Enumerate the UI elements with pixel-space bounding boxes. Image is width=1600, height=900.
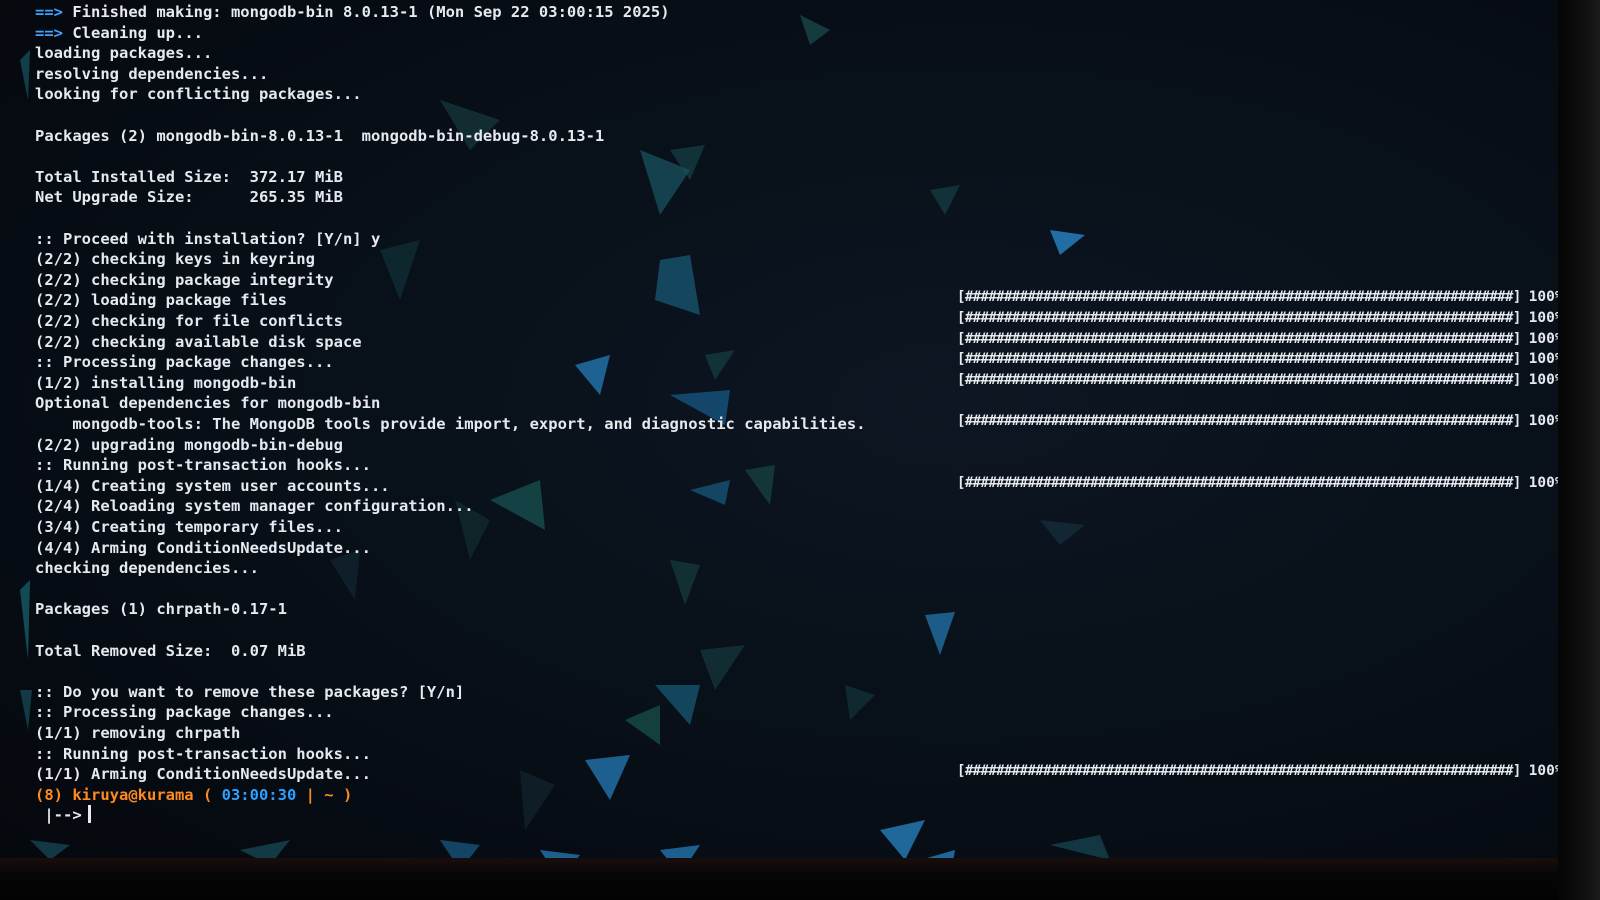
progress-bar: [#######################################…: [957, 473, 1564, 494]
terminal-line-text: :: Processing package changes...: [35, 703, 334, 722]
terminal-line-text: :: Do you want to remove these packages?…: [35, 682, 465, 701]
terminal-line: (2/2) checking for file conflicts: [35, 311, 343, 332]
progress-bar-track: [#######################################…: [957, 330, 1521, 347]
progress-bar-track: [#######################################…: [957, 763, 1521, 780]
terminal-line: Packages (1) chrpath-0.17-1: [35, 599, 287, 620]
terminal-line-text: mongodb-tools: The MongoDB tools provide…: [35, 415, 866, 433]
terminal-line-text: :: Running post-transaction hooks...: [35, 744, 371, 763]
terminal-line: (3/4) Creating temporary files...: [35, 517, 343, 538]
terminal-line-text: (3/4) Creating temporary files...: [35, 518, 343, 536]
progress-bar-track: [#######################################…: [957, 310, 1521, 326]
terminal-line-text: :: Proceed with installation? [Y/n] y: [35, 229, 381, 248]
monitor-bezel-right: [1558, 0, 1600, 900]
progress-bar: [#######################################…: [957, 349, 1564, 370]
build-arrow: ==>: [35, 23, 63, 42]
terminal-line: :: Proceed with installation? [Y/n] y: [35, 229, 380, 250]
monitor-bezel-bottom: [0, 858, 1600, 900]
terminal-line-text: Total Removed Size: 0.07 MiB: [35, 641, 306, 660]
progress-bar-track: [#######################################…: [957, 351, 1521, 368]
terminal-screen: ==> Finished making: mongodb-bin 8.0.13-…: [0, 0, 1600, 900]
build-arrow: ==>: [35, 3, 63, 21]
terminal-line: (2/2) checking keys in keyring: [35, 249, 315, 270]
terminal-line: mongodb-tools: The MongoDB tools provide…: [35, 414, 866, 435]
terminal-line: (2/4) Reloading system manager configura…: [35, 496, 474, 517]
command-input[interactable]: |-->: [35, 805, 91, 826]
terminal-line: :: Running post-transaction hooks...: [35, 744, 371, 765]
terminal-line: resolving dependencies...: [35, 64, 268, 85]
terminal-line: loading packages...: [35, 43, 212, 64]
terminal-line: Total Removed Size: 0.07 MiB: [35, 641, 306, 662]
terminal-line: Optional dependencies for mongodb-bin: [35, 393, 380, 414]
prompt-time: 03:00:30: [221, 785, 297, 804]
terminal-line-text: checking dependencies...: [35, 559, 259, 578]
terminal-line: (2/2) loading package files: [35, 290, 287, 311]
terminal-line-text: Total Installed Size: 372.17 MiB: [35, 167, 343, 186]
terminal-line-text: (2/2) checking keys in keyring: [35, 250, 315, 269]
terminal-line: ==> Finished making: mongodb-bin 8.0.13-…: [35, 2, 670, 23]
terminal-line-text: Packages (2) mongodb-bin-8.0.13-1 mongod…: [35, 126, 605, 145]
terminal-line: Packages (2) mongodb-bin-8.0.13-1 mongod…: [35, 126, 604, 147]
terminal-line-text: Net Upgrade Size: 265.35 MiB: [35, 188, 343, 207]
terminal-line: (1/1) removing chrpath: [35, 723, 240, 744]
terminal-line: :: Processing package changes...: [35, 702, 334, 723]
progress-bar: [#######################################…: [957, 761, 1564, 782]
terminal-line: (1/4) Creating system user accounts...: [35, 476, 390, 497]
prompt-user-host: (8) kiruya@kurama (: [35, 785, 222, 804]
terminal-line: looking for conflicting packages...: [35, 84, 362, 105]
terminal-line-text: looking for conflicting packages...: [35, 85, 362, 104]
terminal-line: :: Do you want to remove these packages?…: [35, 682, 464, 703]
terminal-line-text: :: Running post-transaction hooks...: [35, 456, 371, 475]
progress-bar: [#######################################…: [957, 287, 1564, 308]
progress-bar: [#######################################…: [957, 329, 1564, 350]
progress-bar: [#######################################…: [957, 370, 1564, 391]
terminal-line: (1/1) Arming ConditionNeedsUpdate...: [35, 764, 371, 785]
terminal-line: ==> Cleaning up...: [35, 23, 203, 44]
progress-bar-track: [#######################################…: [957, 413, 1521, 429]
terminal-line: (2/2) checking package integrity: [35, 270, 334, 291]
terminal-line-text: (1/2) installing mongodb-bin: [35, 373, 297, 392]
terminal-line-text: (1/1) Arming ConditionNeedsUpdate...: [35, 765, 371, 784]
terminal-line-text: (1/4) Creating system user accounts...: [35, 476, 390, 495]
terminal-line-text: loading packages...: [35, 44, 213, 63]
shell-prompt: (8) kiruya@kurama ( 03:00:30 | ~ ): [35, 785, 352, 806]
progress-bar: [#######################################…: [957, 411, 1564, 432]
terminal-line: Net Upgrade Size: 265.35 MiB: [35, 187, 343, 208]
terminal-line: (2/2) checking available disk space: [35, 332, 362, 353]
terminal-line: Total Installed Size: 372.17 MiB: [35, 167, 343, 188]
progress-bar: [#######################################…: [957, 308, 1564, 329]
progress-bar-track: [#######################################…: [957, 474, 1521, 491]
terminal-line-text: Cleaning up...: [63, 23, 203, 42]
prompt-path: | ~ ): [296, 785, 353, 804]
terminal-line: (2/2) upgrading mongodb-bin-debug: [35, 435, 343, 456]
terminal-output: ==> Finished making: mongodb-bin 8.0.13-…: [35, 2, 1564, 862]
terminal-line: (4/4) Arming ConditionNeedsUpdate...: [35, 538, 371, 559]
terminal-line-text: (4/4) Arming ConditionNeedsUpdate...: [35, 538, 371, 557]
progress-bar-track: [#######################################…: [957, 371, 1521, 388]
prompt-input-prefix: |-->: [35, 806, 82, 825]
terminal-line-text: (2/2) checking package integrity: [35, 270, 334, 289]
terminal-line: (1/2) installing mongodb-bin: [35, 373, 296, 394]
terminal-line-text: (2/2) checking available disk space: [35, 332, 362, 351]
text-cursor: [87, 805, 91, 824]
terminal-line-text: (2/2) upgrading mongodb-bin-debug: [35, 435, 343, 454]
terminal-line-text: :: Processing package changes...: [35, 353, 334, 372]
terminal-line-text: Packages (1) chrpath-0.17-1: [35, 600, 287, 619]
terminal-line-text: resolving dependencies...: [35, 64, 269, 83]
terminal-line-text: (2/4) Reloading system manager configura…: [35, 497, 474, 516]
terminal-line-text: (1/1) removing chrpath: [35, 724, 241, 742]
terminal-line: :: Processing package changes...: [35, 352, 334, 373]
terminal-line-text: (2/2) checking for file conflicts: [35, 312, 343, 330]
terminal-line: checking dependencies...: [35, 558, 259, 579]
terminal-line: :: Running post-transaction hooks...: [35, 455, 371, 476]
terminal-line-text: Finished making: mongodb-bin 8.0.13-1 (M…: [63, 3, 670, 21]
terminal-line-text: Optional dependencies for mongodb-bin: [35, 394, 381, 413]
terminal-line-text: (2/2) loading package files: [35, 291, 287, 310]
progress-bar-track: [#######################################…: [957, 289, 1521, 306]
